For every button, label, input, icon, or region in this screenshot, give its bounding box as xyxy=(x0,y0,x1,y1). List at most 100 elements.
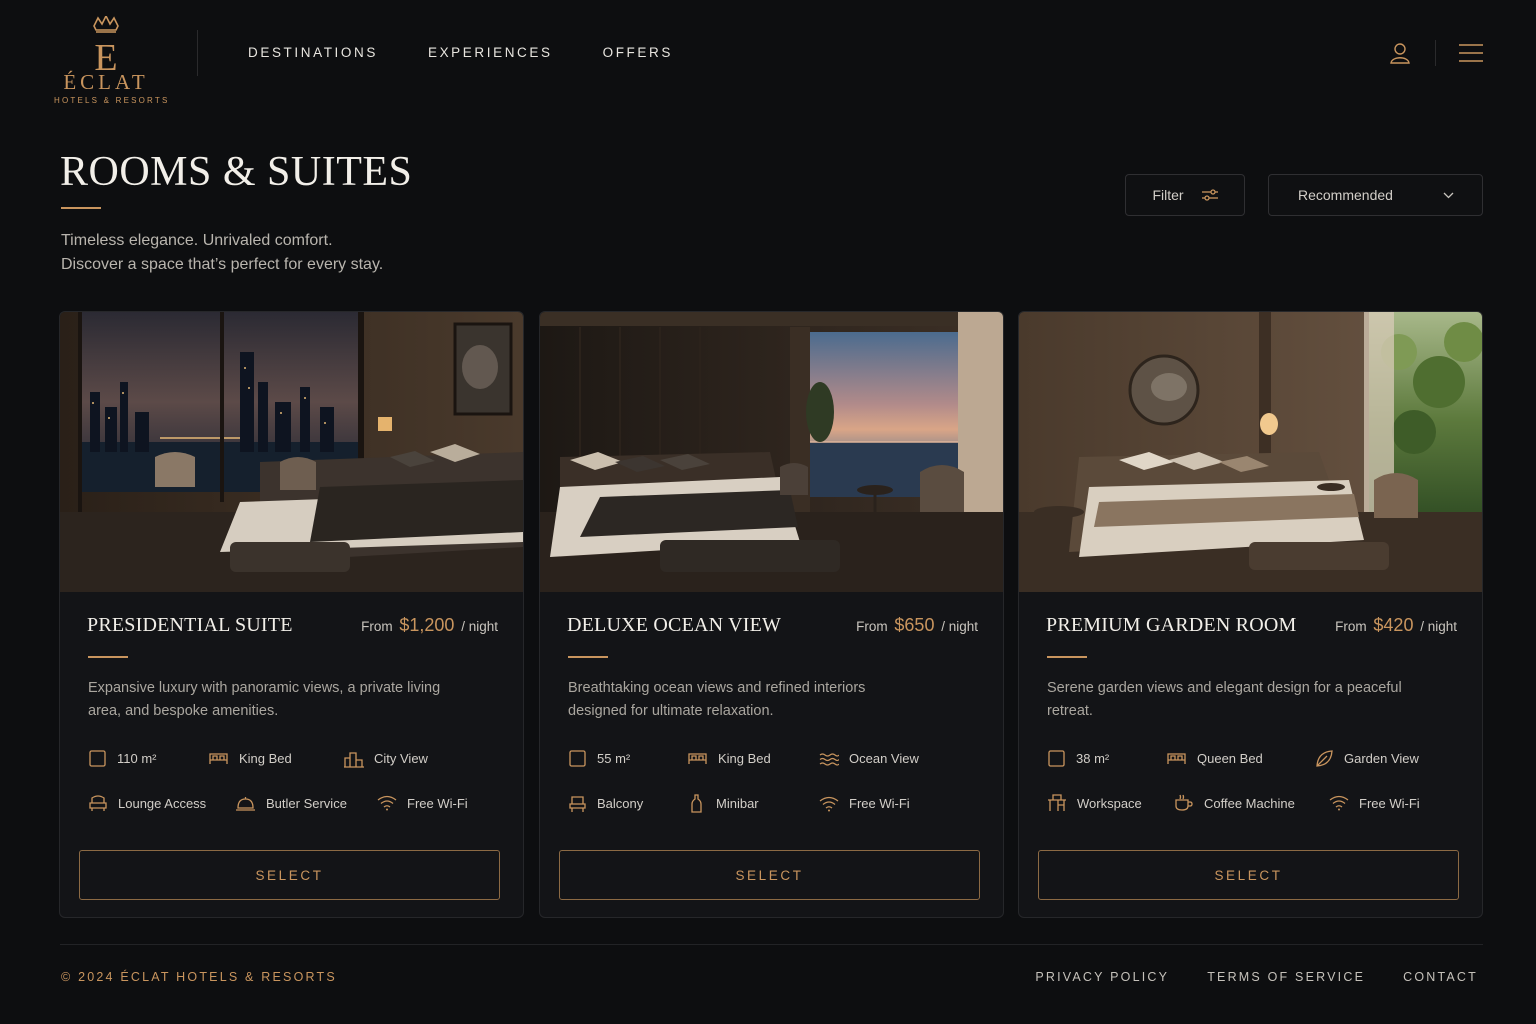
chair-icon xyxy=(569,796,586,812)
amenity-label: Free Wi-Fi xyxy=(1359,795,1420,811)
room-description: Breathtaking ocean views and refined int… xyxy=(568,680,866,719)
amenities-row: 55 m² King Bed Ocean View xyxy=(568,749,919,768)
footer-link-terms-of-service[interactable]: TERMS OF SERVICE xyxy=(1207,970,1365,984)
card-accent-rule xyxy=(568,656,608,658)
amenity-label: Queen Bed xyxy=(1197,751,1263,766)
amenity-label: King Bed xyxy=(239,751,292,766)
amenity-label: 38 m² xyxy=(1076,751,1110,766)
amenity-wifi: Free Wi-Fi xyxy=(819,794,910,813)
price-amount: $650 xyxy=(894,615,935,635)
crown-logo-icon: E xyxy=(93,16,119,72)
price-amount: $420 xyxy=(1373,615,1414,635)
brand-tagline: HOTELS & RESORTS xyxy=(54,96,170,105)
header-actions xyxy=(1387,40,1484,66)
amenity-label: Workspace xyxy=(1077,795,1142,811)
room-name: PREMIUM GARDEN ROOM xyxy=(1046,614,1297,636)
amenity-label: City View xyxy=(374,751,428,766)
amenity-coffee: Coffee Machine xyxy=(1174,794,1329,812)
area-icon xyxy=(89,750,106,767)
room-image xyxy=(1019,312,1482,592)
select-button[interactable]: SELECT xyxy=(559,850,980,900)
room-price: From $420 / night xyxy=(1335,615,1457,636)
room-price: From $1,200 / night xyxy=(361,615,498,636)
amenity-label: King Bed xyxy=(718,751,771,766)
room-description: Expansive luxury with panoramic views, a… xyxy=(88,680,441,719)
user-icon[interactable] xyxy=(1387,40,1413,66)
room-description: Serene garden views and elegant design f… xyxy=(1047,680,1402,719)
footer-nav: PRIVACY POLICY TERMS OF SERVICE CONTACT xyxy=(997,970,1478,984)
menu-icon[interactable] xyxy=(1458,40,1484,66)
coffee-icon xyxy=(1175,794,1193,811)
amenity-area: 38 m² xyxy=(1047,749,1166,768)
lounge-icon xyxy=(89,795,107,811)
leaf-icon xyxy=(1316,750,1333,767)
amenities-row: Balcony Minibar Free Wi-Fi xyxy=(568,794,910,813)
nav-offers[interactable]: OFFERS xyxy=(603,45,673,60)
room-card-premium-garden-room: PREMIUM GARDEN ROOM From $420 / night Se… xyxy=(1018,311,1483,918)
copyright-text: © 2024 ÉCLAT HOTELS & RESORTS xyxy=(61,970,337,984)
amenity-view: Ocean View xyxy=(819,749,919,768)
price-suffix: / night xyxy=(1420,619,1457,634)
price-prefix: From xyxy=(856,619,888,634)
bottle-icon xyxy=(691,794,702,813)
amenity-label: Minibar xyxy=(716,796,759,811)
amenity-label: Free Wi-Fi xyxy=(407,795,468,811)
nav-destinations[interactable]: DESTINATIONS xyxy=(248,45,378,60)
amenities-row: Workspace Coffee Machine Free Wi-Fi xyxy=(1047,794,1420,812)
amenity-label: Balcony xyxy=(597,796,644,811)
wifi-icon xyxy=(1329,795,1349,811)
wifi-icon xyxy=(819,796,839,811)
brand-logo[interactable]: E ÉCLAT HOTELS & RESORTS xyxy=(54,16,170,116)
amenity-label: Free Wi-Fi xyxy=(849,796,910,811)
amenity-balcony: Balcony xyxy=(568,794,687,813)
svg-text:E: E xyxy=(94,37,117,72)
amenity-area: 55 m² xyxy=(568,749,687,768)
amenity-label: 55 m² xyxy=(597,751,631,766)
bed-icon xyxy=(1167,753,1186,764)
title-accent-rule xyxy=(61,207,101,209)
amenity-bed: King Bed xyxy=(208,749,344,768)
amenity-bed: Queen Bed xyxy=(1166,749,1315,768)
area-icon xyxy=(569,750,586,767)
nav-experiences[interactable]: EXPERIENCES xyxy=(428,45,553,60)
room-image xyxy=(60,312,523,592)
amenity-area: 110 m² xyxy=(88,749,208,768)
amenity-wifi: Free Wi-Fi xyxy=(1329,794,1420,812)
room-name: DELUXE OCEAN VIEW xyxy=(567,614,782,636)
select-button[interactable]: SELECT xyxy=(79,850,500,900)
bell-icon xyxy=(236,796,255,811)
amenity-label: 110 m² xyxy=(117,751,157,766)
footer-link-privacy-policy[interactable]: PRIVACY POLICY xyxy=(1035,970,1169,984)
room-image xyxy=(540,312,1003,592)
footer-link-contact[interactable]: CONTACT xyxy=(1403,970,1478,984)
main-nav: DESTINATIONS EXPERIENCES OFFERS xyxy=(248,45,723,60)
amenity-wifi: Free Wi-Fi xyxy=(377,794,468,812)
amenities-row: Lounge Access Butler Service Free Wi-Fi xyxy=(88,794,468,812)
sort-value: Recommended xyxy=(1298,187,1393,203)
page-title: ROOMS & SUITES xyxy=(60,149,413,195)
area-icon xyxy=(1048,750,1065,767)
wifi-icon xyxy=(377,795,397,811)
card-accent-rule xyxy=(1047,656,1087,658)
brand-name: ÉCLAT xyxy=(63,70,149,94)
sort-select[interactable]: Recommended xyxy=(1268,174,1483,216)
room-price: From $650 / night xyxy=(856,615,978,636)
amenity-lounge: Lounge Access xyxy=(88,794,235,812)
amenity-label: Garden View xyxy=(1344,751,1419,766)
price-suffix: / night xyxy=(461,619,498,634)
page-subtitle: Timeless elegance. Unrivaled comfort. Di… xyxy=(61,229,383,277)
amenity-butler: Butler Service xyxy=(235,794,377,812)
select-button[interactable]: SELECT xyxy=(1038,850,1459,900)
bed-icon xyxy=(209,753,228,764)
filter-button[interactable]: Filter xyxy=(1125,174,1245,216)
amenities-row: 110 m² King Bed City View xyxy=(88,749,428,768)
sliders-icon xyxy=(1201,189,1218,201)
room-name: PRESIDENTIAL SUITE xyxy=(87,614,293,636)
price-prefix: From xyxy=(1335,619,1367,634)
amenity-label: Lounge Access xyxy=(118,795,207,811)
room-card-presidential-suite: PRESIDENTIAL SUITE From $1,200 / night E… xyxy=(59,311,524,918)
subtitle-line-2: Discover a space that’s perfect for ever… xyxy=(61,256,384,273)
amenity-bed: King Bed xyxy=(687,749,819,768)
price-prefix: From xyxy=(361,619,393,634)
amenities-row: 38 m² Queen Bed Garden View xyxy=(1047,749,1419,768)
